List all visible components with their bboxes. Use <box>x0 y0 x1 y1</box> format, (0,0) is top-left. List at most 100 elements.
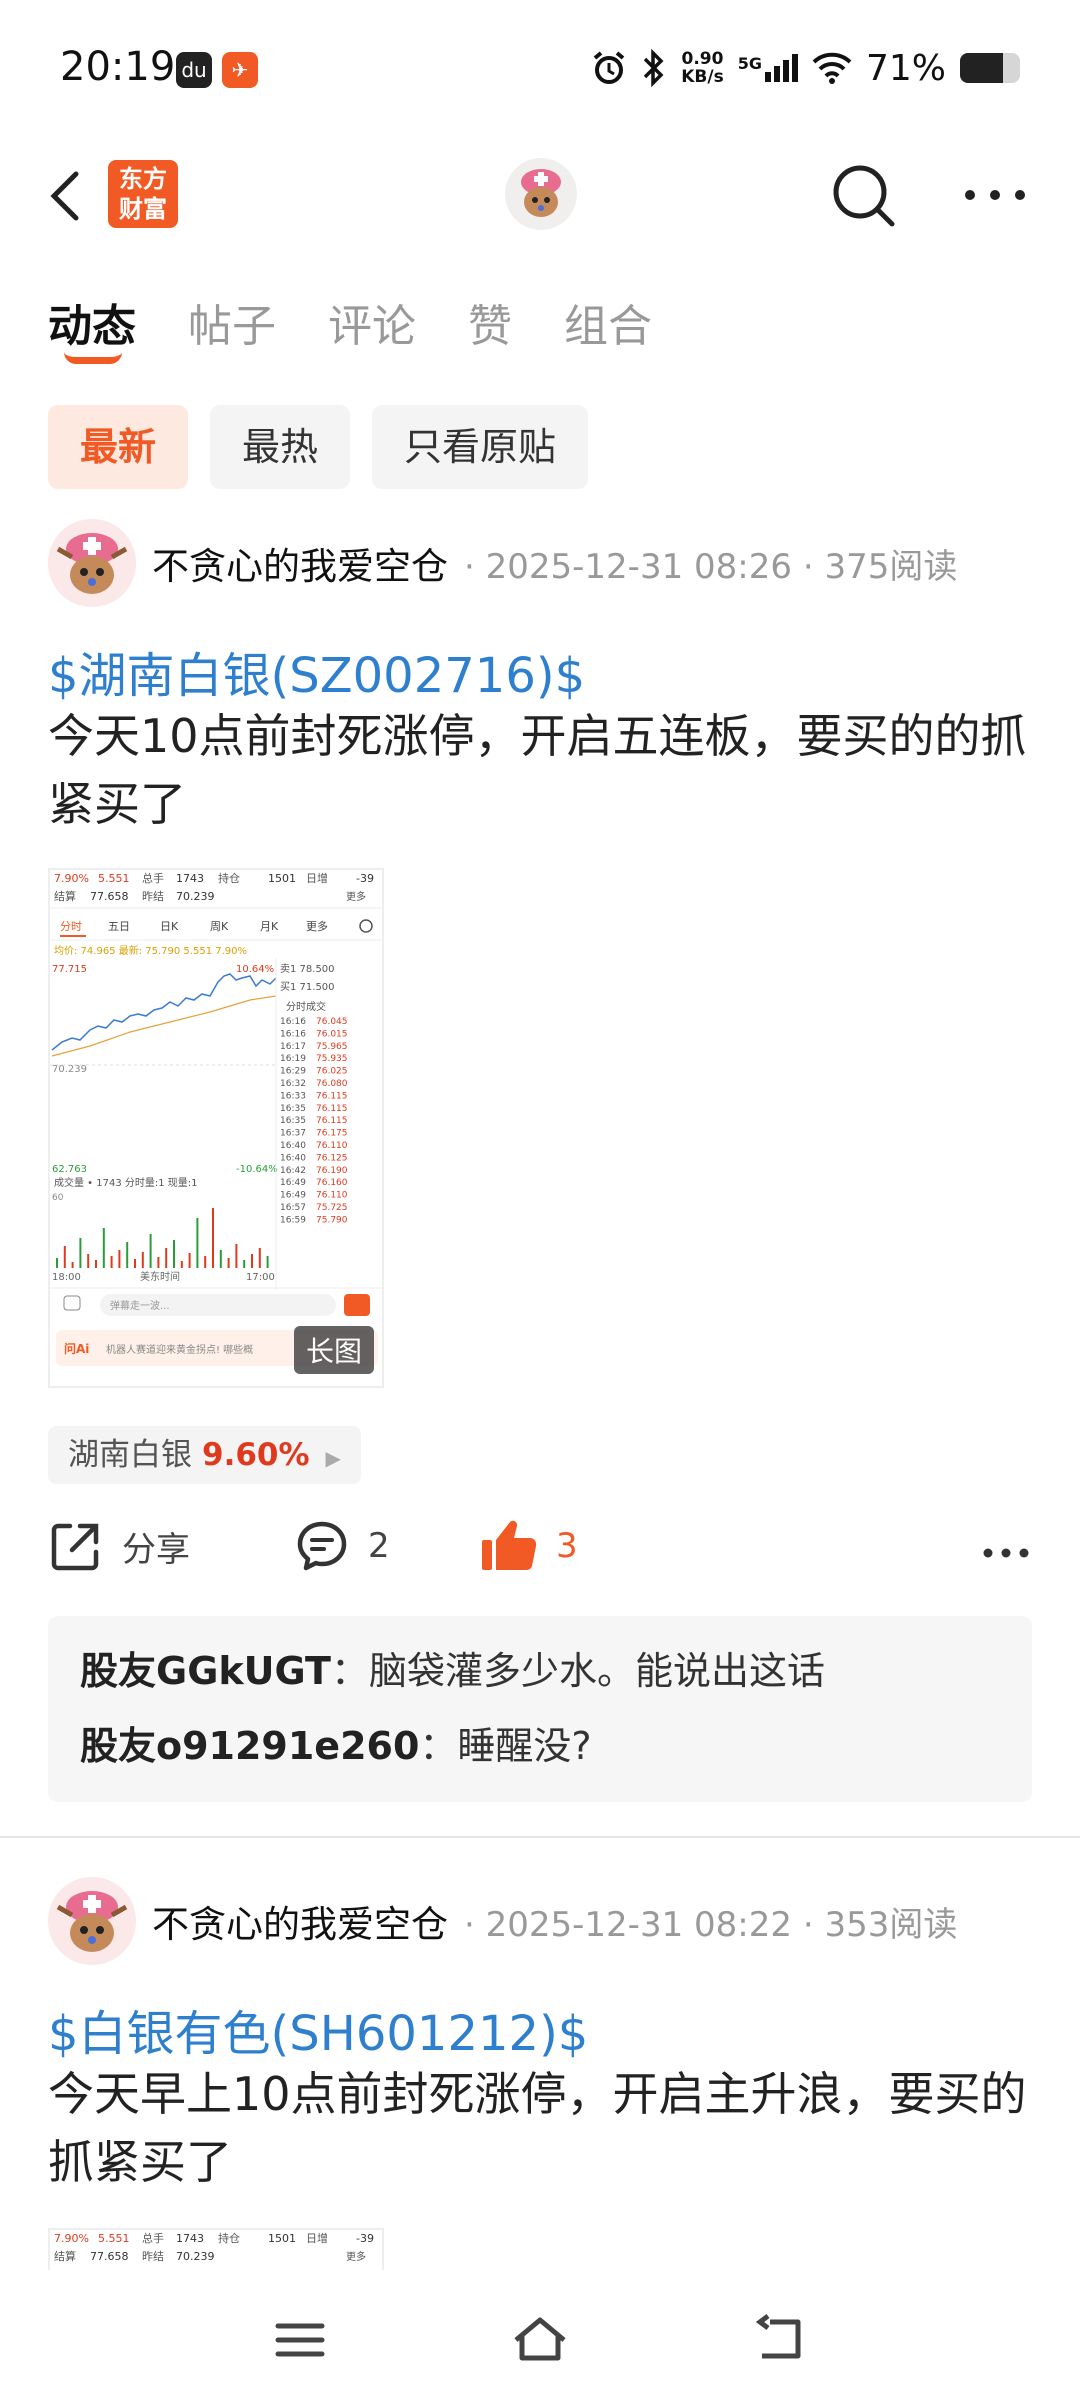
post-image-thumbnail[interactable]: 7.90% 5.551 总手 1743 持仓 1501 日增 -39 结算 77… <box>48 2228 384 2276</box>
svg-text:持仓: 持仓 <box>218 2231 240 2245</box>
volume-bar <box>235 1244 238 1268</box>
post-more-icon[interactable] <box>980 1528 1032 1578</box>
volume-bar <box>188 1253 191 1268</box>
svg-text:更多: 更多 <box>346 2250 366 2263</box>
svg-text:卖1 78.500: 卖1 78.500 <box>280 963 335 975</box>
svg-text:问Ai: 问Ai <box>64 1341 89 1356</box>
tick-price: 76.025 <box>316 1067 348 1077</box>
volume-bar <box>71 1262 74 1268</box>
post-card[interactable]: 不贪心的我爱空仓 · 2025-12-31 08:22 · 353阅读 $白银有… <box>0 1876 1080 2276</box>
post-text: 今天10点前封死涨停，开启五连板，要买的的抓紧买了 <box>48 709 1027 831</box>
tab-likes[interactable]: 赞 <box>468 290 512 354</box>
filter-original-only[interactable]: 只看原贴 <box>372 405 589 489</box>
author-avatar[interactable] <box>48 519 136 607</box>
more-icon[interactable] <box>960 170 1030 220</box>
svg-text:持仓: 持仓 <box>218 871 240 885</box>
volume-bar <box>79 1238 82 1268</box>
post-actions: 分享 2 3 <box>48 1518 1032 1588</box>
tick-time: 16:40 <box>280 1141 306 1151</box>
volume-bar <box>56 1258 58 1268</box>
tick-price: 76.015 <box>316 1029 348 1039</box>
comment-author: 股友GGkUGT <box>80 1649 331 1693</box>
post-card[interactable]: 不贪心的我爱空仓 · 2025-12-31 08:26 · 375阅读 $湖南白… <box>0 518 1080 1818</box>
filter-hot[interactable]: 最热 <box>210 405 351 489</box>
menu-icon[interactable] <box>270 2310 330 2370</box>
volume-bar <box>95 1260 97 1268</box>
long-image-badge: 长图 <box>293 1326 374 1374</box>
status-right: 0.90 KB/s 5G 71% <box>591 46 1020 90</box>
svg-text:77.715: 77.715 <box>52 964 87 975</box>
volume-bar <box>212 1208 214 1268</box>
stock-link[interactable]: $白银有色(SH601212)$ <box>48 1994 588 2064</box>
volume-bar <box>173 1240 175 1268</box>
tick-time: 16:19 <box>280 1054 306 1064</box>
post-header: 不贪心的我爱空仓 · 2025-12-31 08:26 · 375阅读 <box>48 518 957 608</box>
comment-item: 股友o91291e260：睡醒没? <box>80 1724 592 1768</box>
post-header: 不贪心的我爱空仓 · 2025-12-31 08:22 · 353阅读 <box>48 1876 957 1966</box>
tab-comments[interactable]: 评论 <box>328 290 416 354</box>
tick-time: 16:32 <box>280 1079 306 1089</box>
comment-button[interactable]: 2 <box>294 1518 390 1574</box>
share-button[interactable]: 分享 <box>48 1518 190 1574</box>
svg-text:日增: 日增 <box>306 871 328 885</box>
like-button[interactable]: 3 <box>480 1518 578 1574</box>
tick-time: 16:16 <box>280 1017 306 1027</box>
volume-bar <box>126 1242 129 1268</box>
volume-bar <box>134 1259 136 1268</box>
svg-text:弹幕走一波...: 弹幕走一波... <box>110 1299 170 1312</box>
volume-bar <box>204 1256 207 1268</box>
post-image-thumbnail[interactable]: 7.90% 5.551 总手 1743 持仓 1501 日增 -39 结算 77… <box>48 868 384 1388</box>
svg-text:结算: 结算 <box>54 889 76 903</box>
svg-text:均价: 74.965 最新: 75.790 5.551 7.: 均价: 74.965 最新: 75.790 5.551 7.90% <box>54 944 247 957</box>
tick-price: 76.160 <box>316 1178 348 1188</box>
svg-text:月K: 月K <box>260 920 279 933</box>
tick-price: 76.115 <box>316 1104 348 1114</box>
profile-avatar[interactable] <box>505 158 577 230</box>
svg-text:昨结: 昨结 <box>142 890 164 903</box>
stock-tag[interactable]: 湖南白银 9.60% ▶ <box>48 1426 361 1484</box>
volume-bar <box>266 1256 269 1268</box>
comment-author: 股友o91291e260 <box>80 1724 420 1768</box>
app-notification-icon: du <box>176 52 212 88</box>
author-avatar[interactable] <box>48 1877 136 1965</box>
tab-dynamic[interactable]: 动态 <box>48 290 136 364</box>
tick-price: 75.935 <box>316 1054 348 1064</box>
post-time: · 2025-12-31 08:22 · 353阅读 <box>464 1904 958 1945</box>
tick-time: 16:29 <box>280 1067 306 1077</box>
search-icon[interactable] <box>826 158 902 234</box>
tick-time: 16:49 <box>280 1191 306 1201</box>
comment-item: 股友GGkUGT：脑袋灌多少水。能说出这话 <box>80 1649 825 1693</box>
svg-text:70.239: 70.239 <box>176 890 215 903</box>
back-icon[interactable] <box>46 166 86 226</box>
top-nav: 东方 财富 <box>0 140 1080 250</box>
tick-price: 76.125 <box>316 1153 348 1163</box>
bluetooth-icon <box>644 49 664 87</box>
author-name[interactable]: 不贪心的我爱空仓 <box>152 536 448 590</box>
net-speed: 0.90 KB/s <box>681 49 724 87</box>
filter-latest[interactable]: 最新 <box>48 405 189 489</box>
svg-text:总手: 总手 <box>142 2231 164 2245</box>
svg-text:7.90%: 7.90% <box>54 872 89 885</box>
battery-percent: 71% <box>865 47 946 89</box>
tick-time: 16:37 <box>280 1129 306 1139</box>
tab-portfolios[interactable]: 组合 <box>564 290 652 354</box>
svg-text:五日: 五日 <box>108 920 130 933</box>
system-nav-bar <box>0 2270 1080 2400</box>
cellular-icon: 5G <box>738 54 798 82</box>
alarm-icon <box>593 51 625 84</box>
home-icon[interactable] <box>510 2310 570 2370</box>
author-name[interactable]: 不贪心的我爱空仓 <box>152 1894 448 1948</box>
svg-text:更多: 更多 <box>346 890 366 903</box>
volume-bar <box>258 1248 261 1268</box>
comment-preview[interactable]: 股友GGkUGT：脑袋灌多少水。能说出这话 股友o91291e260：睡醒没? <box>48 1616 1032 1802</box>
svg-text:1501: 1501 <box>268 2232 296 2245</box>
tab-posts[interactable]: 帖子 <box>188 290 276 354</box>
svg-text:机器人赛道迎来黄金拐点! 哪些概: 机器人赛道迎来黄金拐点! 哪些概 <box>106 1343 253 1356</box>
back-nav-icon[interactable] <box>750 2310 810 2370</box>
svg-text:18:00: 18:00 <box>52 1272 81 1283</box>
eastmoney-logo: 东方 财富 <box>108 160 178 228</box>
svg-text:7.90%: 7.90% <box>54 2232 89 2245</box>
stock-link[interactable]: $湖南白银(SZ002716)$ <box>48 636 585 706</box>
svg-text:日增: 日增 <box>306 2231 328 2245</box>
tick-time: 16:16 <box>280 1029 306 1039</box>
